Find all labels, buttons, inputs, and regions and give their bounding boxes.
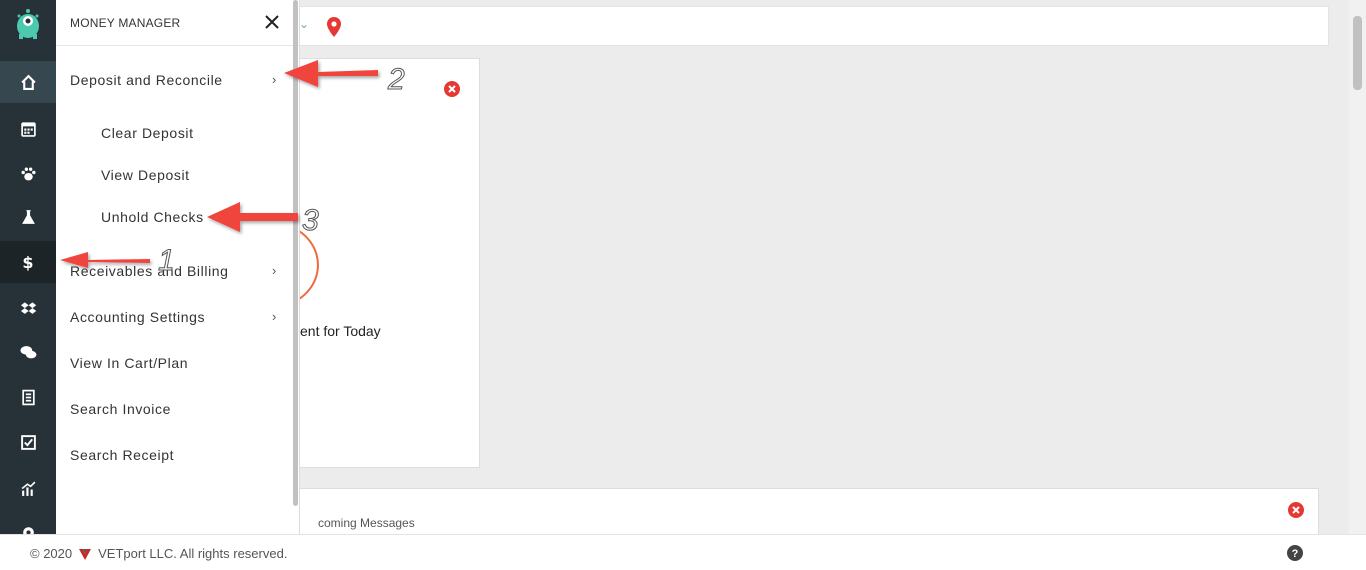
menu-item-receivables-and-billing[interactable]: Receivables and Billing: [70, 263, 229, 279]
money-manager-menu: MONEY MANAGER Deposit and Reconcile › Cl…: [56, 0, 300, 534]
menu-item-view-deposit[interactable]: View Deposit: [101, 167, 190, 183]
dollar-icon[interactable]: $: [0, 241, 56, 283]
flask-icon[interactable]: [0, 196, 56, 238]
home-icon[interactable]: [0, 61, 56, 103]
company-text: VETport LLC. All rights reserved.: [98, 546, 288, 561]
close-icon[interactable]: [262, 12, 282, 32]
gear-icon[interactable]: [0, 512, 56, 534]
card-caption: ent for Today: [300, 323, 381, 339]
report-icon[interactable]: [0, 376, 56, 418]
close-card-icon[interactable]: [444, 81, 460, 97]
help-icon[interactable]: ?: [1287, 545, 1303, 561]
footer: © 2020 VETport LLC. All rights reserved.…: [0, 534, 1366, 570]
calendar-icon[interactable]: [0, 107, 56, 149]
location-pin-icon[interactable]: [327, 17, 341, 37]
monster-logo-icon: [17, 9, 39, 39]
chat-icon[interactable]: [0, 331, 56, 373]
menu-title: MONEY MANAGER: [70, 16, 181, 30]
messages-card: coming Messages: [281, 488, 1319, 536]
menu-item-view-in-cart-plan[interactable]: View In Cart/Plan: [70, 355, 188, 371]
dropbox-icon[interactable]: [0, 287, 56, 329]
close-messages-icon[interactable]: [1288, 502, 1304, 518]
appointments-card: ent for Today: [281, 58, 480, 468]
menu-item-unhold-checks[interactable]: Unhold Checks: [101, 209, 204, 225]
icon-rail: $: [0, 0, 56, 534]
svg-text:?: ?: [1292, 548, 1299, 560]
chevron-right-icon[interactable]: ›: [272, 72, 276, 87]
menu-item-accounting-settings[interactable]: Accounting Settings: [70, 309, 205, 325]
footer-copyright: © 2020 VETport LLC. All rights reserved.: [30, 546, 287, 561]
menu-item-search-invoice[interactable]: Search Invoice: [70, 401, 171, 417]
vetport-logo-icon: [79, 548, 92, 560]
menu-item-deposit-and-reconcile[interactable]: Deposit and Reconcile: [70, 72, 223, 88]
chart-icon[interactable]: [0, 467, 56, 509]
menu-scrollbar[interactable]: [293, 0, 298, 506]
page-scrollbar[interactable]: [1349, 0, 1366, 534]
app-logo[interactable]: [0, 0, 56, 46]
menu-item-clear-deposit[interactable]: Clear Deposit: [101, 125, 194, 141]
messages-caption: coming Messages: [318, 516, 415, 530]
scrollbar-thumb[interactable]: [1353, 16, 1362, 90]
chevron-right-icon[interactable]: ›: [272, 309, 276, 324]
checkbox-icon[interactable]: [0, 421, 56, 463]
menu-item-search-receipt[interactable]: Search Receipt: [70, 447, 174, 463]
chevron-right-icon[interactable]: ›: [272, 263, 276, 278]
chevron-down-icon[interactable]: ⌄: [299, 17, 309, 31]
menu-header: MONEY MANAGER: [56, 0, 300, 46]
copyright-text: © 2020: [30, 546, 73, 561]
paw-icon[interactable]: [0, 152, 56, 194]
